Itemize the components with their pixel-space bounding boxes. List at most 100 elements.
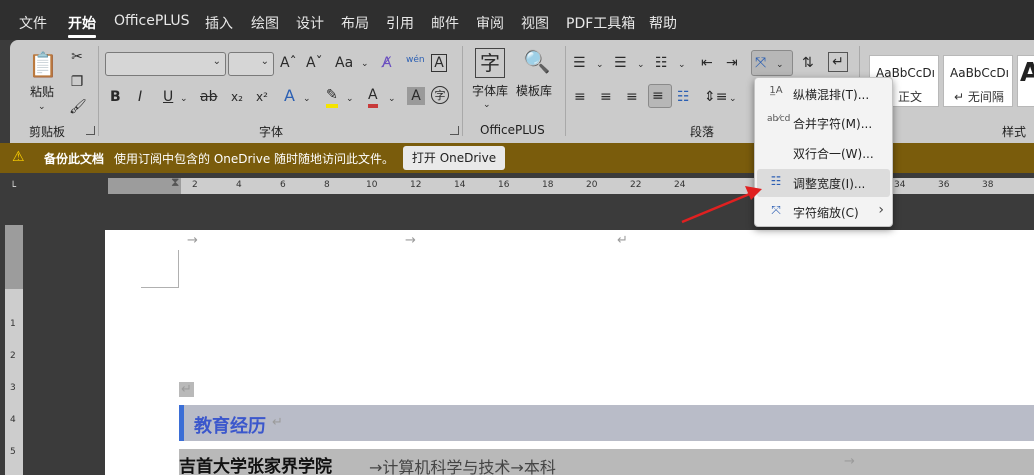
chevron-down-icon[interactable]: ⌄: [729, 90, 737, 108]
enclose-char-icon[interactable]: 字: [431, 86, 449, 104]
education-entry[interactable]: 吉首大学张家界学院 →计算机科学与技术→本科 →: [179, 449, 1034, 475]
font-library-icon[interactable]: 字: [475, 48, 505, 78]
menu-item-fit-text[interactable]: ☷ 调整宽度(I)...: [757, 169, 890, 197]
chevron-down-icon[interactable]: ⌄: [483, 96, 491, 114]
menu-item-combine-characters[interactable]: ab⁄cd 合并字符(M)...: [757, 109, 890, 137]
ruler-top-margin: [5, 225, 23, 289]
paste-icon[interactable]: 📋: [28, 50, 58, 80]
chevron-down-icon[interactable]: ⌄: [346, 90, 354, 108]
decrease-indent-icon[interactable]: ⇤: [701, 54, 713, 72]
tab-mailings[interactable]: 邮件: [431, 13, 459, 33]
tab-view[interactable]: 视图: [521, 13, 549, 33]
copy-icon[interactable]: ❐: [69, 73, 85, 91]
cut-icon[interactable]: ✂: [69, 48, 85, 66]
menu-item-two-lines-in-one[interactable]: 双行合一(W)...: [757, 139, 890, 167]
ruler-number: 38: [982, 180, 994, 190]
style-sample: A: [1020, 58, 1034, 88]
horizontal-ruler[interactable]: 2 4 6 8 10 12 14 16 18 20 22 24 34 36 38: [108, 178, 1034, 194]
subscript-icon[interactable]: x₂: [231, 88, 243, 106]
numbering-icon[interactable]: ☰: [614, 54, 627, 72]
line-spacing-icon[interactable]: ⇕≡: [704, 88, 727, 106]
font-launcher-icon[interactable]: [450, 126, 459, 135]
ruler-number: 36: [938, 180, 950, 190]
change-case-icon[interactable]: Aa: [335, 54, 353, 72]
justify-icon: ≡: [652, 88, 664, 104]
chevron-down-icon: ⌄: [776, 60, 784, 70]
ruler-number: 3: [10, 383, 16, 393]
section-heading[interactable]: 教育经历 ↵: [179, 405, 1034, 441]
tab-layout[interactable]: 布局: [341, 13, 369, 33]
underline-icon[interactable]: U: [163, 88, 173, 106]
tab-draw[interactable]: 绘图: [251, 13, 279, 33]
tab-insert[interactable]: 插入: [205, 13, 233, 33]
style-name: 正文: [898, 90, 923, 104]
document-page[interactable]: → → ↵ ↵ 教育经历 ↵ 吉首大学张家界学院 →计算机科学与技术→本科 →: [105, 230, 1034, 475]
show-marks-icon[interactable]: ↵: [828, 52, 848, 72]
text-effect-icon[interactable]: A: [284, 87, 295, 105]
chevron-down-icon[interactable]: ⌄: [38, 98, 46, 116]
bold-icon[interactable]: B: [110, 88, 121, 106]
tab-pdf-toolbox[interactable]: PDF工具箱: [566, 13, 635, 33]
tab-mark: →: [844, 454, 855, 469]
chevron-right-icon: ›: [878, 202, 884, 218]
template-library-label[interactable]: 模板库: [516, 82, 552, 99]
multilevel-list-icon[interactable]: ☷: [655, 54, 668, 72]
distributed-icon[interactable]: ☷: [677, 88, 690, 106]
tab-selector-icon[interactable]: └: [10, 179, 16, 197]
styles-group-label: 样式: [1002, 125, 1027, 139]
chevron-down-icon[interactable]: ⌄: [361, 55, 369, 73]
ruler-number: 2: [10, 351, 16, 361]
menu-item-character-scale[interactable]: ⤧ 字符缩放(C) ›: [757, 198, 890, 226]
increase-indent-icon[interactable]: ⇥: [726, 54, 738, 72]
chevron-down-icon[interactable]: ⌄: [213, 56, 221, 67]
tab-review[interactable]: 审阅: [476, 13, 504, 33]
tab-mark: →: [405, 233, 416, 248]
tab-mark: →: [187, 233, 198, 248]
indent-marker-icon[interactable]: ⧗: [171, 173, 179, 191]
style-no-spacing[interactable]: AaBbCcDı ↵ 无间隔: [943, 55, 1013, 107]
style-heading[interactable]: A: [1017, 55, 1034, 107]
tab-references[interactable]: 引用: [386, 13, 414, 33]
phonetic-guide-icon[interactable]: wén: [406, 51, 425, 69]
ruler-number: 5: [10, 447, 16, 457]
chevron-down-icon[interactable]: ⌄: [637, 56, 645, 74]
chevron-down-icon[interactable]: ⌄: [388, 90, 396, 108]
font-color-icon[interactable]: A: [368, 86, 378, 108]
chevron-down-icon[interactable]: ⌄: [678, 56, 686, 74]
tab-design[interactable]: 设计: [296, 13, 324, 33]
font-name-combo[interactable]: ⌄: [105, 52, 226, 76]
asian-layout-button[interactable]: ⤧ ⌄: [751, 50, 793, 76]
highlight-icon[interactable]: ✎: [326, 86, 338, 108]
vertical-ruler[interactable]: 1 2 3 4 5: [5, 225, 23, 475]
open-onedrive-button[interactable]: 打开 OneDrive: [403, 146, 505, 170]
shrink-font-icon[interactable]: Aˇ: [306, 54, 323, 72]
tab-help[interactable]: 帮助: [649, 13, 677, 33]
superscript-icon[interactable]: x²: [256, 88, 268, 106]
menu-item-vertical-in-horizontal[interactable]: 1̲A 纵横混排(T)...: [757, 80, 890, 108]
tab-home[interactable]: 开始: [68, 13, 96, 33]
bullets-icon[interactable]: ☰: [573, 54, 586, 72]
align-center-icon[interactable]: ≡: [600, 88, 612, 106]
chevron-down-icon[interactable]: ⌄: [596, 56, 604, 74]
template-library-icon[interactable]: 🔍: [522, 48, 552, 78]
strikethrough-icon[interactable]: ab: [200, 88, 217, 106]
grow-font-icon[interactable]: Aˆ: [280, 54, 297, 72]
ruler-number: 10: [366, 180, 378, 190]
notification-message: 使用订阅中包含的 OneDrive 随时随地访问此文件。: [114, 152, 395, 166]
font-size-combo[interactable]: ⌄: [228, 52, 274, 76]
clear-format-icon[interactable]: A̸: [382, 54, 392, 72]
italic-icon[interactable]: I: [138, 88, 142, 106]
tab-officeplus[interactable]: OfficePLUS: [114, 13, 190, 29]
char-border-icon[interactable]: A: [431, 54, 447, 72]
sort-icon[interactable]: ⇅: [802, 54, 814, 72]
chevron-down-icon[interactable]: ⌄: [261, 56, 269, 67]
justify-button[interactable]: ≡: [648, 84, 672, 108]
align-right-icon[interactable]: ≡: [626, 88, 638, 106]
align-left-icon[interactable]: ≡: [574, 88, 586, 106]
tab-file[interactable]: 文件: [19, 13, 47, 33]
chevron-down-icon[interactable]: ⌄: [180, 90, 188, 108]
char-shading-icon[interactable]: A: [407, 87, 425, 105]
chevron-down-icon[interactable]: ⌄: [303, 90, 311, 108]
format-painter-icon[interactable]: 🖌: [69, 98, 87, 116]
clipboard-launcher-icon[interactable]: [86, 126, 95, 135]
